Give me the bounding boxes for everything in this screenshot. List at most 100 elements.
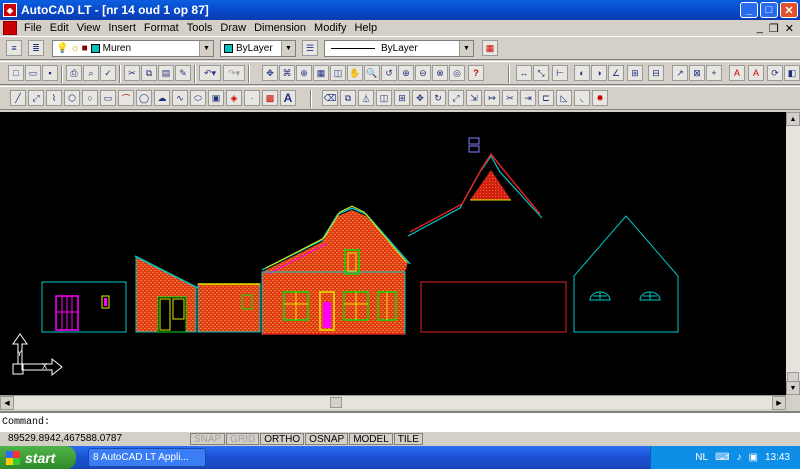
multiline-text-icon[interactable]: A — [280, 90, 296, 106]
chevron-down-icon[interactable]: ▼ — [459, 41, 473, 56]
match-properties-icon[interactable]: ✎ — [175, 65, 191, 81]
horizontal-scrollbar[interactable]: ◀ ▶ — [0, 395, 786, 410]
dimension-style-icon[interactable]: ◧ — [784, 65, 800, 81]
extend-icon[interactable]: ⇥ — [520, 90, 536, 106]
table-icon[interactable]: ▦ — [313, 65, 329, 81]
model-toggle[interactable]: MODEL — [349, 432, 393, 445]
menu-modify[interactable]: Modify — [310, 22, 350, 34]
aligned-dimension-icon[interactable]: ⤡ — [533, 65, 549, 81]
make-block-icon[interactable]: ◈ — [226, 90, 242, 106]
fillet-icon[interactable]: ◟ — [574, 90, 590, 106]
diameter-dimension-icon[interactable]: ◑ — [591, 65, 607, 81]
revcloud-icon[interactable]: ☁ — [154, 90, 170, 106]
spline-icon[interactable]: ∿ — [172, 90, 188, 106]
doc-restore-button[interactable]: ❐ — [769, 22, 779, 35]
horizontal-scroll-thumb[interactable] — [330, 397, 342, 408]
command-line[interactable]: Command: — [0, 411, 800, 432]
keyboard-icon[interactable]: ⌨ — [715, 452, 729, 463]
menu-tools[interactable]: Tools — [183, 22, 217, 34]
save-icon[interactable]: ▪ — [42, 65, 58, 81]
menu-dimension[interactable]: Dimension — [250, 22, 310, 34]
dimension-edit-icon[interactable]: A — [729, 65, 745, 81]
point-icon[interactable]: · — [244, 90, 260, 106]
doc-close-button[interactable]: ✕ — [785, 22, 794, 35]
offset-icon[interactable]: ◫ — [376, 90, 392, 106]
layer-previous-icon[interactable]: ≣ — [28, 40, 44, 56]
vertical-scrollbar[interactable]: ▲ ▼ — [786, 112, 800, 395]
ordinate-dimension-icon[interactable]: ⊢ — [552, 65, 568, 81]
regen-icon[interactable]: ◎ — [449, 65, 465, 81]
circle-center-icon[interactable]: ◯ — [136, 90, 152, 106]
chevron-down-icon[interactable]: ▼ — [199, 41, 213, 56]
zoom-in-icon[interactable]: ⊕ — [398, 65, 414, 81]
zoom-previous-icon[interactable]: ↺ — [381, 65, 397, 81]
menu-edit[interactable]: Edit — [46, 22, 73, 34]
language-indicator[interactable]: NL — [695, 452, 708, 463]
explode-icon[interactable]: ✸ — [592, 90, 608, 106]
menu-draw[interactable]: Draw — [216, 22, 250, 34]
network-icon[interactable]: ▣ — [749, 452, 758, 463]
scroll-down-icon[interactable]: ▼ — [786, 381, 800, 395]
layers-icon[interactable]: ≡ — [6, 40, 22, 56]
line-icon[interactable]: ╱ — [10, 90, 26, 106]
menu-insert[interactable]: Insert — [104, 22, 140, 34]
lengthen-icon[interactable]: ↦ — [484, 90, 500, 106]
doc-minimize-button[interactable]: _ — [757, 22, 763, 35]
trim-icon[interactable]: ✂ — [502, 90, 518, 106]
erase-icon[interactable]: ⌫ — [322, 90, 338, 106]
rectangle-icon[interactable]: ▭ — [100, 90, 116, 106]
maximize-button[interactable]: □ — [760, 2, 778, 18]
grid-toggle[interactable]: GRID — [226, 432, 260, 445]
array-icon[interactable]: ⊞ — [394, 90, 410, 106]
polygon-icon[interactable]: ⬡ — [64, 90, 80, 106]
chevron-down-icon[interactable]: ▼ — [281, 41, 295, 56]
menu-format[interactable]: Format — [140, 22, 183, 34]
move-icon[interactable]: ✥ — [412, 90, 428, 106]
linetype-manager-icon[interactable]: ☰ — [302, 40, 318, 56]
rotate-icon[interactable]: ↻ — [430, 90, 446, 106]
scroll-up-icon[interactable]: ▲ — [786, 112, 800, 126]
circle-icon[interactable]: ○ — [82, 90, 98, 106]
help-icon[interactable]: ? — [468, 65, 484, 81]
construction-line-icon[interactable]: ⤢ — [28, 90, 44, 106]
open-folder-icon[interactable]: ▭ — [25, 65, 41, 81]
polyline-icon[interactable]: ⌇ — [46, 90, 62, 106]
ortho-toggle[interactable]: ORTHO — [260, 432, 305, 445]
pan-realtime-icon[interactable]: ✥ — [262, 65, 278, 81]
tolerance-icon[interactable]: ⊠ — [689, 65, 705, 81]
minimize-button[interactable]: _ — [740, 2, 758, 18]
chamfer-icon[interactable]: ◺ — [556, 90, 572, 106]
scroll-right-icon[interactable]: ▶ — [772, 396, 786, 410]
scale-icon[interactable]: ⤢ — [448, 90, 464, 106]
baseline-dimension-icon[interactable]: ⊞ — [627, 65, 643, 81]
osnap-toggle[interactable]: OSNAP — [305, 432, 349, 445]
break-icon[interactable]: ⊏ — [538, 90, 554, 106]
scroll-left-icon[interactable]: ◀ — [0, 396, 14, 410]
stretch-icon[interactable]: ⇲ — [466, 90, 482, 106]
menu-view[interactable]: View — [73, 22, 105, 34]
continue-dimension-icon[interactable]: ⊟ — [648, 65, 664, 81]
redo-icon[interactable]: ↷▾ — [223, 65, 245, 81]
copy-icon[interactable]: ⧉ — [141, 65, 157, 81]
tile-toggle[interactable]: TILE — [393, 432, 423, 445]
insert-block-icon[interactable]: ▣ — [208, 90, 224, 106]
ellipse-icon[interactable]: ⬭ — [190, 90, 206, 106]
cut-icon[interactable]: ✂ — [124, 65, 140, 81]
zoom-out-icon[interactable]: ⊖ — [415, 65, 431, 81]
document-icon[interactable] — [3, 21, 17, 35]
mirror-icon[interactable]: ⏃ — [358, 90, 374, 106]
snap-toggle[interactable]: SNAP — [190, 432, 226, 445]
angular-dimension-icon[interactable]: ∠ — [608, 65, 624, 81]
linear-dimension-icon[interactable]: ↔ — [516, 65, 532, 81]
layer-dropdown[interactable]: 💡 ☼ ■ Muren ▼ — [52, 40, 214, 57]
hatch-icon[interactable]: ▩ — [262, 90, 278, 106]
linetype-dropdown[interactable]: ByLayer ▼ — [324, 40, 474, 57]
dimension-update-icon[interactable]: ⟳ — [767, 65, 783, 81]
zoom-window-icon[interactable]: ⊕ — [296, 65, 312, 81]
zoom-realtime-icon[interactable]: 🔍 — [364, 65, 380, 81]
zoom-extents-icon[interactable]: ⊗ — [432, 65, 448, 81]
named-views-icon[interactable]: ⌘ — [279, 65, 295, 81]
arc-icon[interactable]: ⌒ — [118, 90, 134, 106]
print-preview-icon[interactable]: ⌕ — [83, 65, 99, 81]
volume-icon[interactable]: ♪ — [737, 452, 742, 463]
